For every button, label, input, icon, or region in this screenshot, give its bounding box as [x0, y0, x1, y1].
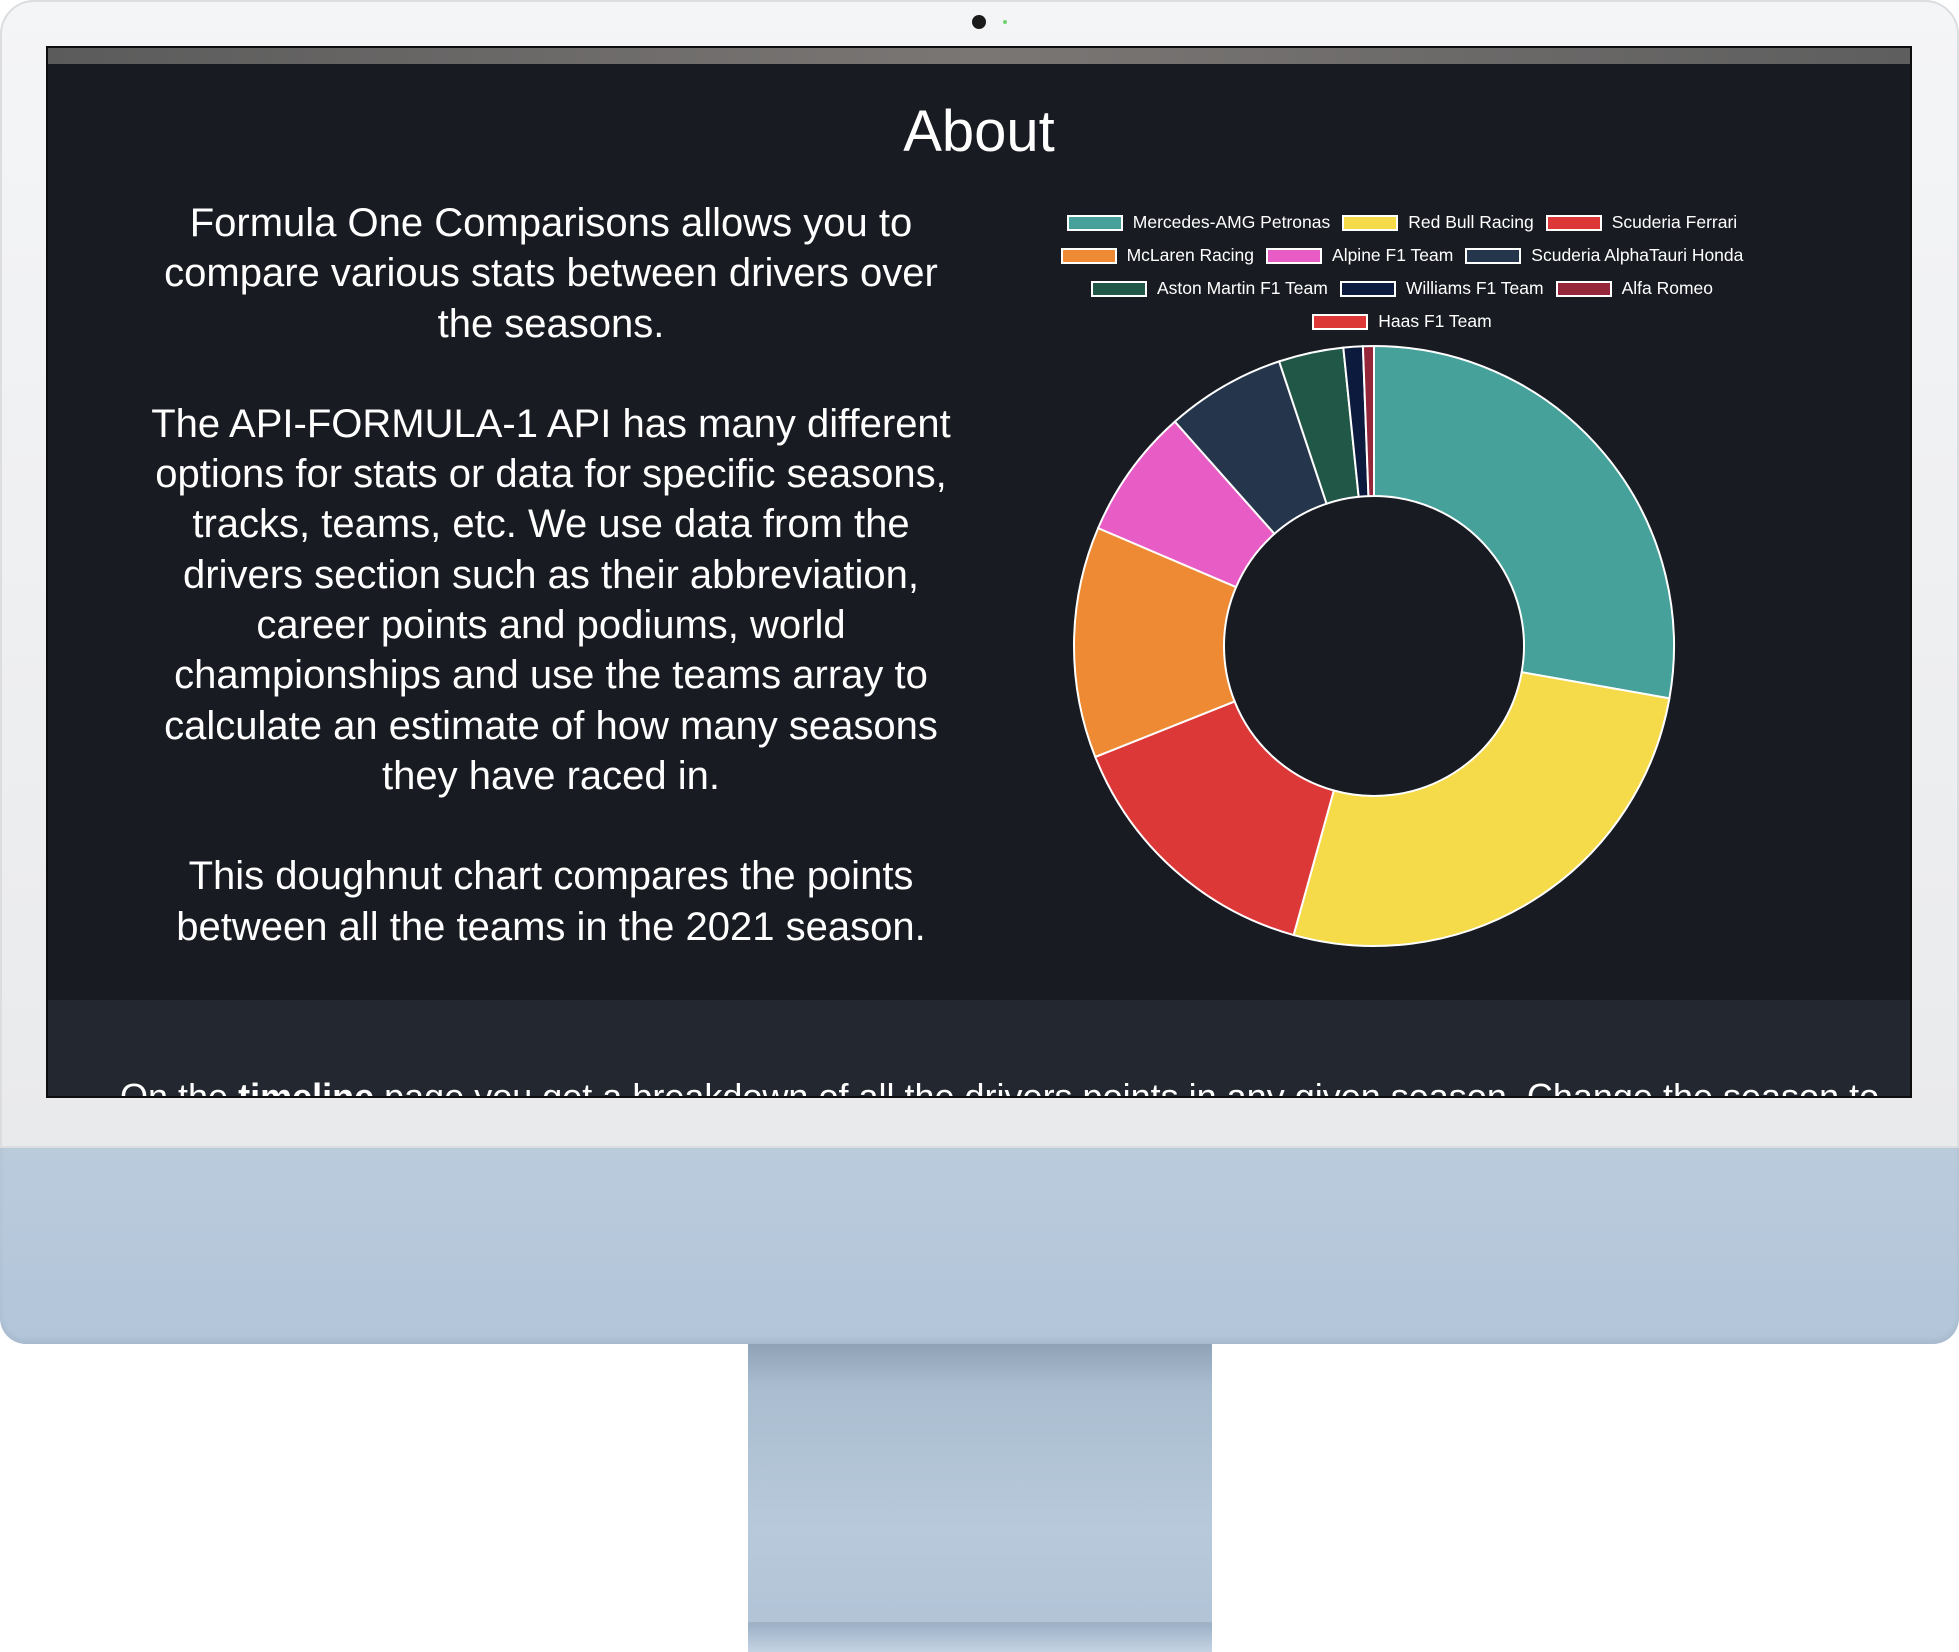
legend-item[interactable]: Haas F1 Team [1312, 311, 1492, 332]
about-paragraph: Formula One Comparisons allows you to co… [164, 201, 938, 346]
legend-item[interactable]: McLaren Racing [1060, 245, 1255, 266]
legend-item[interactable]: Williams F1 Team [1339, 278, 1544, 299]
page-title: About [903, 99, 1055, 164]
legend-swatch [1465, 247, 1522, 264]
legend-swatch [1066, 214, 1123, 231]
legend-swatch [1090, 280, 1147, 297]
imac-stand [748, 1344, 1212, 1650]
legend-label: Mercedes-AMG Petronas [1132, 212, 1331, 232]
timeline-link[interactable]: timeline [238, 1076, 374, 1096]
legend-item[interactable]: Aston Martin F1 Team [1090, 278, 1328, 299]
about-paragraph: The API-FORMULA-1 API has many different… [151, 401, 951, 798]
legend-swatch [1312, 313, 1369, 330]
screen: About Formula One Comparisons allows you… [46, 46, 1912, 1098]
doughnut-slice[interactable] [1292, 671, 1671, 947]
about-description: Formula One Comparisons allows you to co… [140, 198, 962, 1002]
navbar-strip [48, 48, 1910, 64]
legend-row: Haas F1 Team [1002, 305, 1802, 338]
legend-item[interactable]: Mercedes-AMG Petronas [1066, 212, 1331, 233]
camera-icon [972, 15, 986, 29]
legend-item[interactable]: Scuderia Ferrari [1545, 212, 1738, 233]
legend-row: Mercedes-AMG Petronas Red Bull Racing Sc… [1002, 206, 1802, 239]
imac-mockup: About Formula One Comparisons allows you… [0, 0, 1959, 1652]
chart-legend: Mercedes-AMG Petronas Red Bull Racing Sc… [1002, 206, 1802, 338]
legend-label: Williams F1 Team [1405, 278, 1544, 298]
imac-chin [0, 1148, 1959, 1344]
legend-row: Aston Martin F1 Team Williams F1 Team Al… [1002, 272, 1802, 305]
legend-label: Haas F1 Team [1378, 311, 1492, 331]
timeline-text-before: On the [120, 1076, 239, 1098]
camera-indicator-icon [1003, 20, 1007, 24]
doughnut-slice[interactable] [1373, 344, 1675, 700]
imac-stand-foot [748, 1622, 1212, 1652]
doughnut-chart [1073, 344, 1675, 947]
legend-item[interactable]: Red Bull Racing [1342, 212, 1534, 233]
legend-swatch [1342, 214, 1399, 231]
legend-label: McLaren Racing [1126, 245, 1255, 265]
legend-swatch [1266, 247, 1323, 264]
legend-item[interactable]: Alpine F1 Team [1266, 245, 1453, 266]
timeline-section-text: On the timeline page you get a breakdown… [120, 1076, 1910, 1098]
legend-label: Aston Martin F1 Team [1156, 278, 1328, 298]
legend-item[interactable]: Alfa Romeo [1555, 278, 1714, 299]
legend-label: Alfa Romeo [1621, 278, 1714, 298]
legend-swatch [1545, 214, 1602, 231]
legend-label: Scuderia Ferrari [1611, 212, 1738, 232]
about-paragraph: This doughnut chart compares the points … [176, 854, 926, 949]
legend-swatch [1060, 247, 1117, 264]
legend-item[interactable]: Scuderia AlphaTauri Honda [1465, 245, 1743, 266]
timeline-text-after: page you get a breakdown of all the driv… [374, 1076, 1880, 1098]
legend-label: Scuderia AlphaTauri Honda [1531, 245, 1744, 265]
legend-swatch [1555, 280, 1612, 297]
legend-label: Alpine F1 Team [1332, 245, 1454, 265]
legend-row: McLaren Racing Alpine F1 Team Scuderia A… [1002, 239, 1802, 272]
legend-swatch [1339, 280, 1396, 297]
legend-label: Red Bull Racing [1408, 212, 1534, 232]
